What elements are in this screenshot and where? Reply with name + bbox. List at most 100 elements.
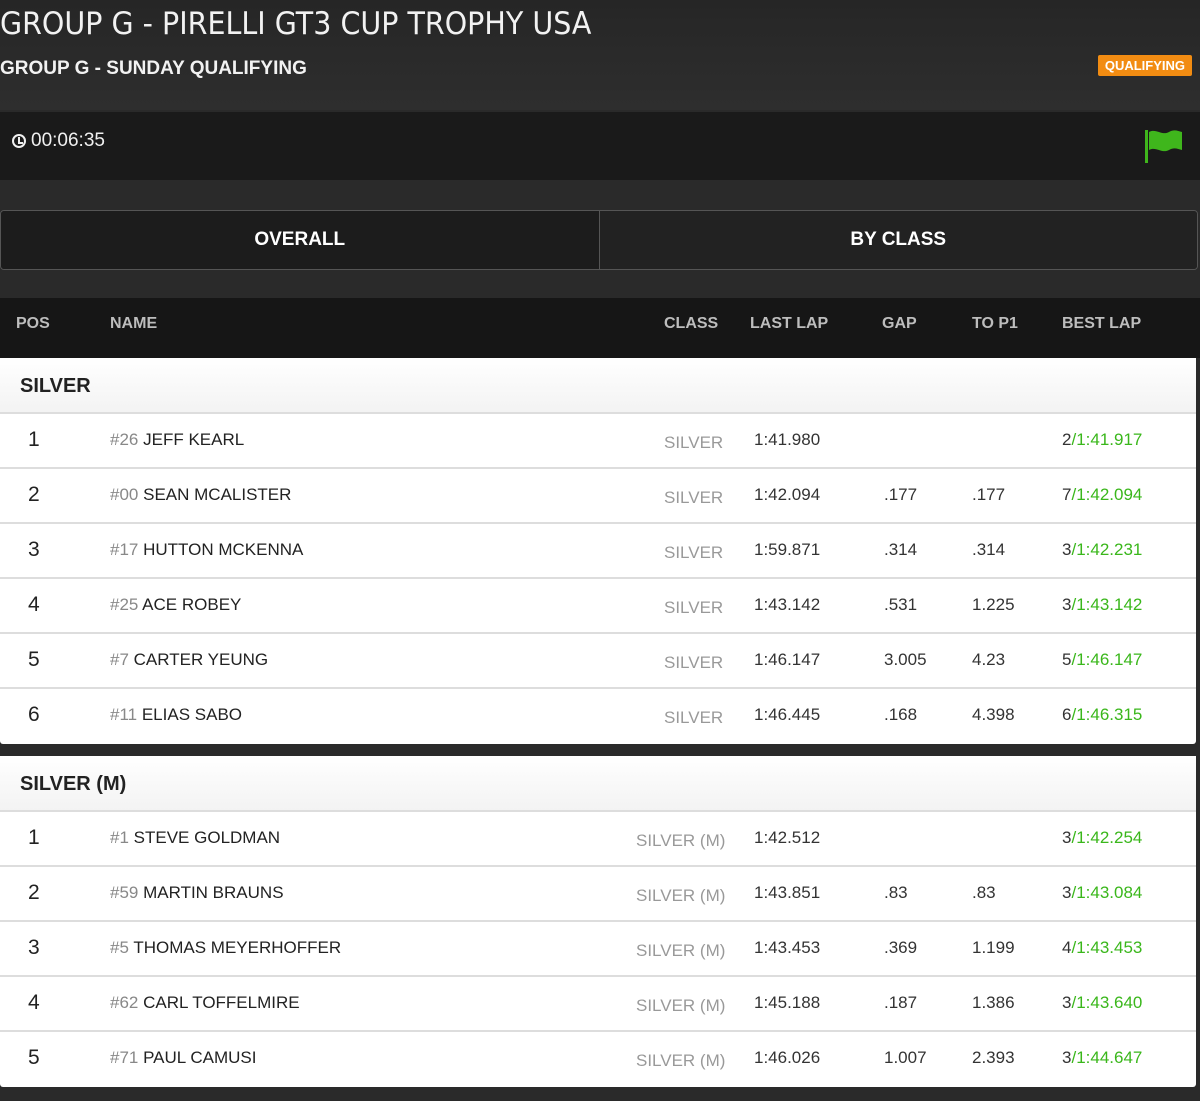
row-last-lap: 1:46.147 — [754, 650, 821, 669]
row-gap: .177 — [884, 485, 918, 504]
row-position: 3 — [28, 936, 40, 959]
table-row[interactable]: 1 #1 STEVE GOLDMAN SILVER (M) 1:42.512 3… — [0, 812, 1196, 867]
driver-cell: #17 HUTTON MCKENNA — [110, 540, 303, 560]
row-best-lap: 6/1:46.315 — [1062, 705, 1143, 724]
row-last-lap: 1:41.980 — [754, 430, 821, 449]
row-gap: .168 — [884, 705, 918, 724]
col-gap[interactable]: GAP — [882, 315, 917, 333]
car-number: #17 — [110, 540, 139, 559]
table-row[interactable]: 2 #59 MARTIN BRAUNS SILVER (M) 1:43.851 … — [0, 867, 1196, 922]
row-best-lap: 7/1:42.094 — [1062, 485, 1143, 504]
row-to-p1: 1.386 — [972, 993, 1015, 1012]
row-class: SILVER — [664, 433, 724, 452]
row-position: 2 — [28, 881, 40, 904]
row-last-lap: 1:42.094 — [754, 485, 821, 504]
best-lap-time: 1:46.147 — [1076, 650, 1143, 669]
row-to-p1: 4.398 — [972, 705, 1015, 724]
tab-overall[interactable]: OVERALL — [1, 211, 599, 269]
driver-cell: #11 ELIAS SABO — [110, 705, 242, 725]
green-flag-icon — [1145, 130, 1182, 163]
row-last-lap: 1:43.142 — [754, 595, 821, 614]
row-class: SILVER (M) — [636, 941, 726, 960]
row-to-p1: .177 — [972, 485, 1006, 504]
best-lap-time: 1:43.084 — [1076, 883, 1143, 902]
row-gap: 3.005 — [884, 650, 927, 669]
row-class: SILVER — [664, 653, 724, 672]
best-lap-time: 1:43.640 — [1076, 993, 1143, 1012]
driver-cell: #7 CARTER YEUNG — [110, 650, 268, 670]
car-number: #1 — [110, 828, 129, 847]
best-lap-time: 1:43.142 — [1076, 595, 1143, 614]
row-position: 2 — [28, 483, 40, 506]
car-number: #00 — [110, 485, 139, 504]
row-best-lap: 3/1:42.231 — [1062, 540, 1143, 559]
row-to-p1: 1.199 — [972, 938, 1015, 957]
view-tabs: OVERALL BY CLASS — [0, 210, 1198, 270]
driver-name: CARL TOFFELMIRE — [143, 993, 300, 1012]
class-group-silver: SILVER 1 #26 JEFF KEARL SILVER 1:41.980 … — [0, 358, 1196, 744]
driver-cell: #5 THOMAS MEYERHOFFER — [110, 938, 341, 958]
driver-cell: #00 SEAN MCALISTER — [110, 485, 291, 505]
table-row[interactable]: 3 #5 THOMAS MEYERHOFFER SILVER (M) 1:43.… — [0, 922, 1196, 977]
session-timer: 00:06:35 — [12, 130, 105, 152]
class-group-heading: SILVER — [0, 358, 1196, 414]
car-number: #7 — [110, 650, 129, 669]
page-title: GROUP G - PIRELLI GT3 CUP TROPHY USA — [0, 6, 592, 42]
class-group-heading: SILVER (M) — [0, 756, 1196, 812]
timer-bar: 00:06:35 — [0, 112, 1200, 180]
driver-name: ELIAS SABO — [141, 705, 243, 724]
driver-name: SEAN MCALISTER — [143, 485, 292, 504]
col-to-p1[interactable]: TO P1 — [972, 315, 1018, 333]
row-last-lap: 1:45.188 — [754, 993, 821, 1012]
col-best-lap[interactable]: BEST LAP — [1062, 315, 1141, 333]
row-position: 4 — [28, 593, 40, 616]
col-name[interactable]: NAME — [110, 315, 157, 333]
timer-value: 00:06:35 — [31, 130, 105, 151]
table-row[interactable]: 3 #17 HUTTON MCKENNA SILVER 1:59.871 .31… — [0, 524, 1196, 579]
table-row[interactable]: 5 #7 CARTER YEUNG SILVER 1:46.147 3.005 … — [0, 634, 1196, 689]
row-best-lap: 2/1:41.917 — [1062, 430, 1143, 449]
best-lap-time: 1:42.231 — [1076, 540, 1143, 559]
row-to-p1: .83 — [972, 883, 996, 902]
class-group-silver-m: SILVER (M) 1 #1 STEVE GOLDMAN SILVER (M)… — [0, 756, 1196, 1087]
row-position: 6 — [28, 703, 40, 726]
row-best-lap: 3/1:43.142 — [1062, 595, 1143, 614]
col-class[interactable]: CLASS — [664, 315, 718, 333]
row-gap: 1.007 — [884, 1048, 927, 1067]
row-to-p1: .314 — [972, 540, 1006, 559]
table-row[interactable]: 4 #62 CARL TOFFELMIRE SILVER (M) 1:45.18… — [0, 977, 1196, 1032]
row-best-lap: 3/1:42.254 — [1062, 828, 1143, 847]
col-pos[interactable]: POS — [16, 315, 50, 333]
car-number: #11 — [110, 705, 138, 724]
row-position: 4 — [28, 991, 40, 1014]
session-type-badge: QUALIFYING — [1097, 55, 1192, 76]
row-class: SILVER — [664, 708, 724, 727]
driver-name: PAUL CAMUSI — [143, 1048, 257, 1067]
session-subtitle: GROUP G - SUNDAY QUALIFYING — [0, 58, 307, 79]
driver-name: THOMAS MEYERHOFFER — [133, 938, 342, 957]
col-last-lap[interactable]: LAST LAP — [750, 315, 828, 333]
table-row[interactable]: 6 #11 ELIAS SABO SILVER 1:46.445 .168 4.… — [0, 689, 1196, 744]
driver-name: JEFF KEARL — [143, 430, 245, 449]
row-class: SILVER — [664, 543, 724, 562]
driver-cell: #59 MARTIN BRAUNS — [110, 883, 284, 903]
tab-by-class[interactable]: BY CLASS — [598, 211, 1197, 269]
table-row[interactable]: 2 #00 SEAN MCALISTER SILVER 1:42.094 .17… — [0, 469, 1196, 524]
driver-name: ACE ROBEY — [142, 595, 242, 614]
row-class: SILVER (M) — [636, 886, 726, 905]
best-lap-time: 1:46.315 — [1076, 705, 1143, 724]
table-row[interactable]: 1 #26 JEFF KEARL SILVER 1:41.980 2/1:41.… — [0, 414, 1196, 469]
row-to-p1: 4.23 — [972, 650, 1006, 669]
row-gap: .314 — [884, 540, 918, 559]
table-row[interactable]: 5 #71 PAUL CAMUSI SILVER (M) 1:46.026 1.… — [0, 1032, 1196, 1087]
row-class: SILVER (M) — [636, 996, 726, 1015]
car-number: #59 — [110, 883, 139, 902]
row-last-lap: 1:42.512 — [754, 828, 821, 847]
row-best-lap: 4/1:43.453 — [1062, 938, 1143, 957]
row-last-lap: 1:43.851 — [754, 883, 821, 902]
table-row[interactable]: 4 #25 ACE ROBEY SILVER 1:43.142 .531 1.2… — [0, 579, 1196, 634]
car-number: #26 — [110, 430, 139, 449]
car-number: #62 — [110, 993, 139, 1012]
row-position: 5 — [28, 1046, 40, 1069]
driver-cell: #71 PAUL CAMUSI — [110, 1048, 256, 1068]
